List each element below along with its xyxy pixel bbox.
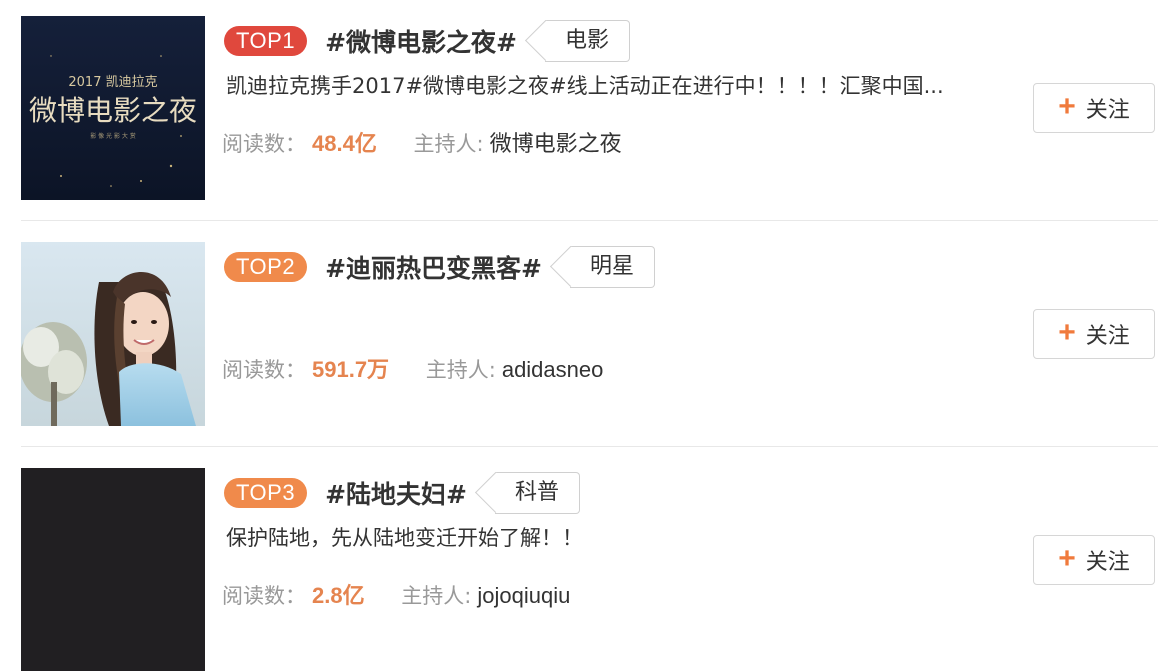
poster-tiny-text: 影 像 光 影 大 赏	[90, 132, 136, 140]
topic-thumbnail[interactable]	[21, 242, 205, 426]
follow-label: 关注	[1085, 550, 1130, 575]
divider	[21, 220, 1158, 221]
follow-button[interactable]: + 关注	[1033, 535, 1155, 585]
poster-big-text: 微博电影之夜	[29, 94, 197, 127]
host-label: 主持人:	[425, 358, 496, 382]
divider	[21, 446, 1158, 447]
topic-item: 2017 凯迪拉克 微博电影之夜 影 像 光 影 大 赏 TOP1 #微博电影之…	[0, 0, 1171, 200]
topic-meta: 阅读数： 591.7万 主持人: adidasneo	[222, 352, 603, 384]
plus-icon: +	[1058, 89, 1076, 123]
category-tag[interactable]: 明星	[569, 246, 655, 288]
follow-label: 关注	[1085, 324, 1130, 349]
plus-icon: +	[1058, 315, 1076, 349]
reads-label: 阅读数：	[222, 584, 306, 608]
host-name-link[interactable]: 微博电影之夜	[490, 131, 622, 156]
topic-description: 凯迪拉克携手2017#微博电影之夜#线上活动正在进行中！！！！汇聚中国...	[226, 74, 944, 98]
host-label: 主持人:	[413, 132, 484, 156]
title-row: TOP2 #迪丽热巴变黑客# 明星	[224, 246, 655, 288]
topic-item: TOP3 #陆地夫妇# 科普 保护陆地，先从陆地变迁开始了解！！ 阅读数： 2.8…	[0, 452, 1171, 671]
reads-count: 591.7万	[312, 357, 390, 382]
host-name-link[interactable]: jojoqiuqiu	[477, 583, 570, 608]
topic-item: TOP2 #迪丽热巴变黑客# 明星 阅读数： 591.7万 主持人: adidasn…	[0, 226, 1171, 426]
title-row: TOP3 #陆地夫妇# 科普	[224, 472, 580, 514]
follow-button[interactable]: + 关注	[1033, 309, 1155, 359]
rank-badge: TOP3	[224, 478, 308, 508]
host-label: 主持人:	[401, 584, 472, 608]
reads-count: 48.4亿	[312, 131, 377, 156]
topic-meta: 阅读数： 2.8亿 主持人: jojoqiuqiu	[222, 578, 570, 610]
title-row: TOP1 #微博电影之夜# 电影	[224, 20, 630, 62]
plus-icon: +	[1058, 541, 1076, 575]
topic-title-link[interactable]: #陆地夫妇#	[325, 475, 467, 511]
rank-badge: TOP1	[224, 26, 308, 56]
host-name-link[interactable]: adidasneo	[502, 357, 604, 382]
reads-label: 阅读数：	[222, 132, 306, 156]
topic-description: 保护陆地，先从陆地变迁开始了解！！	[226, 526, 583, 550]
portrait-photo-image	[21, 242, 205, 426]
topic-title-link[interactable]: #微博电影之夜#	[325, 23, 517, 59]
movie-night-poster-image: 2017 凯迪拉克 微博电影之夜 影 像 光 影 大 赏	[21, 16, 205, 200]
reads-count: 2.8亿	[312, 583, 365, 608]
category-tag[interactable]: 电影	[544, 20, 630, 62]
poster-small-text: 2017 凯迪拉克	[68, 75, 157, 90]
category-tag[interactable]: 科普	[494, 472, 580, 514]
topic-thumbnail[interactable]	[21, 468, 205, 671]
topic-thumbnail[interactable]: 2017 凯迪拉克 微博电影之夜 影 像 光 影 大 赏	[21, 16, 205, 200]
topic-meta: 阅读数： 48.4亿 主持人: 微博电影之夜	[222, 126, 622, 158]
topic-title-link[interactable]: #迪丽热巴变黑客#	[325, 249, 542, 285]
dark-thumbnail-image	[21, 468, 205, 671]
follow-label: 关注	[1085, 98, 1130, 123]
reads-label: 阅读数：	[222, 358, 306, 382]
rank-badge: TOP2	[224, 252, 308, 282]
follow-button[interactable]: + 关注	[1033, 83, 1155, 133]
hot-topic-list: 2017 凯迪拉克 微博电影之夜 影 像 光 影 大 赏 TOP1 #微博电影之…	[0, 0, 1171, 671]
